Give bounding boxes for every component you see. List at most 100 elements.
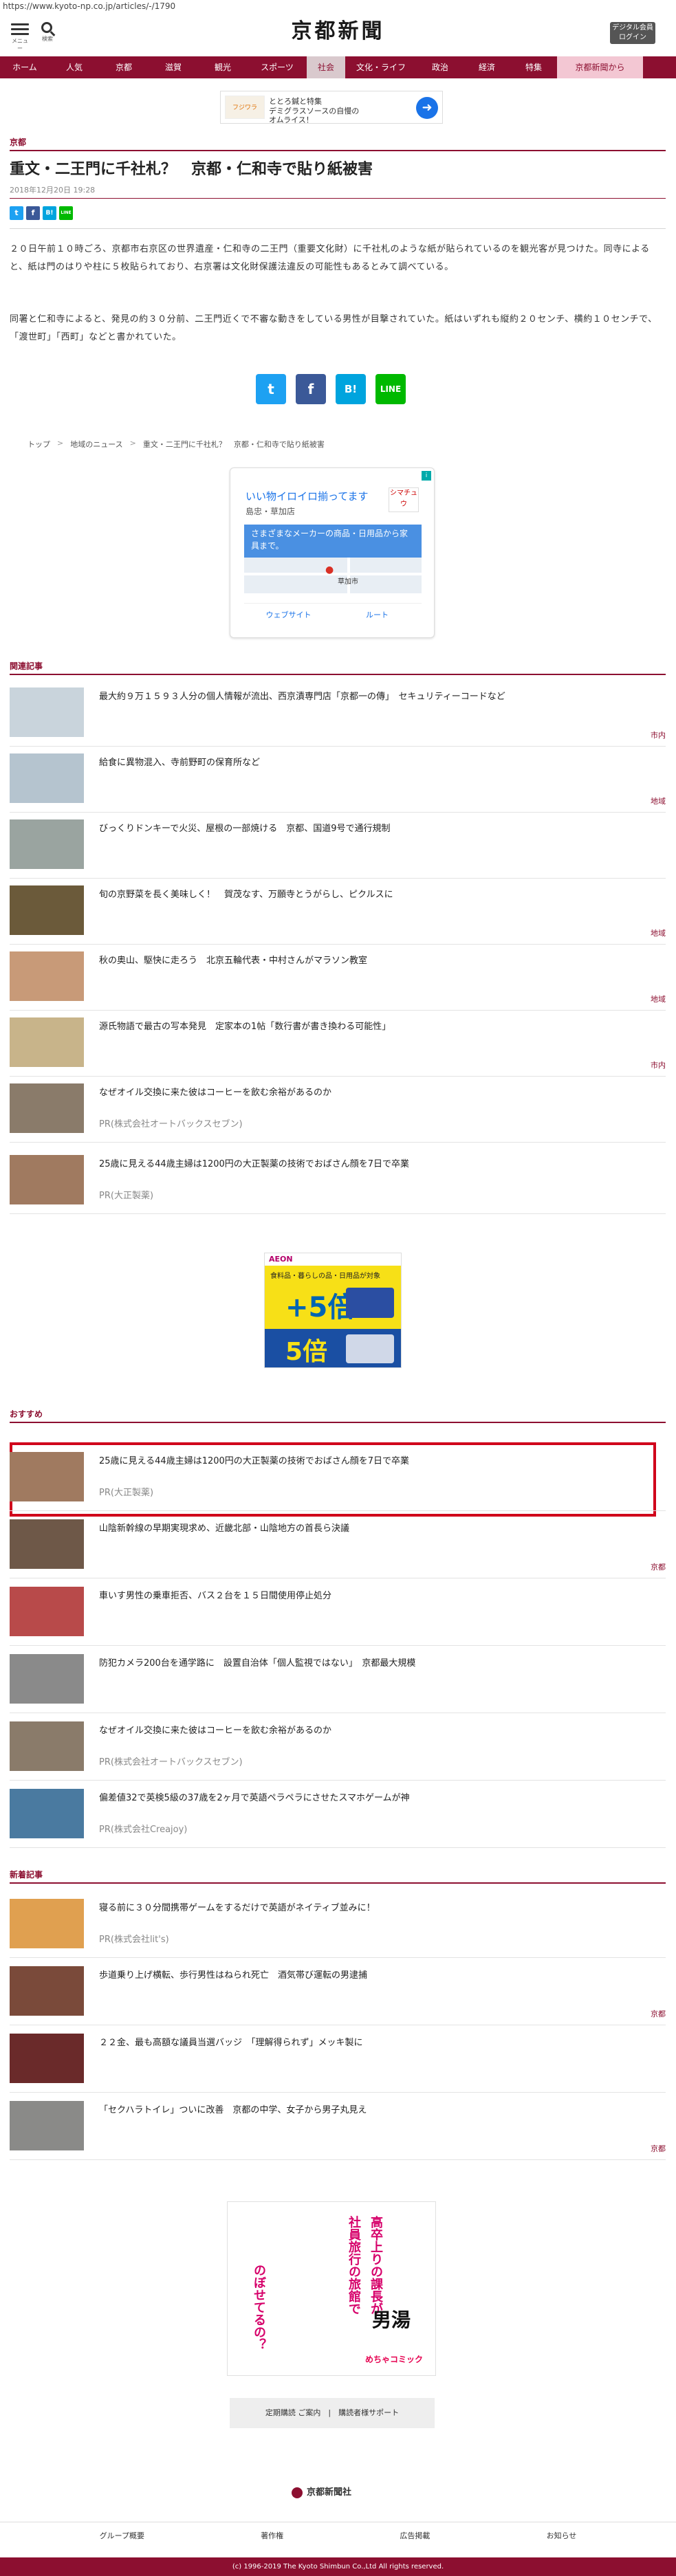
directions-arrow-icon[interactable]: ➜	[416, 97, 438, 119]
manga-ad[interactable]: 社員旅行の旅館で 高卒上りの課長が のぼせてるの？ 男湯 めちゃコミック	[227, 2201, 436, 2376]
route-button[interactable]: ルート	[333, 604, 422, 626]
article-link-title[interactable]: 旬の京野菜を長く美味しく！ 賀茂なす、万願寺とうがらし、ピクルスに	[99, 888, 649, 902]
footer-link-news[interactable]: お知らせ	[547, 2522, 577, 2549]
list-item[interactable]: 最大約９万１５９３人分の個人情報が流出、西京漬専門店「京都一の傳」 セキュリティ…	[10, 681, 666, 747]
article-thumbnail[interactable]	[10, 1721, 84, 1771]
list-item[interactable]: 秋の奥山、駆快に走ろう 北京五輪代表・中村さんがマラソン教室地域	[10, 945, 666, 1011]
article-thumbnail[interactable]	[10, 687, 84, 737]
article-thumbnail[interactable]	[10, 1789, 84, 1838]
map-ad-map[interactable]: さまざまなメーカーの商品・日用品から家具まで。 ● 草加市	[244, 525, 422, 593]
nav-culture[interactable]: 文化・ライフ	[345, 56, 417, 78]
list-item[interactable]: 25歳に見える44歳主婦は1200円の大正製薬の技術でおばさん顔を7日で卒業 PR…	[10, 1148, 666, 1214]
article-link-title[interactable]: なぜオイル交換に来た彼はコーヒーを飲む余裕があるのか	[99, 1724, 649, 1738]
article-link-title[interactable]: 最大約９万１５９３人分の個人情報が流出、西京漬専門店「京都一の傳」 セキュリティ…	[99, 690, 649, 704]
category-tag[interactable]: 市内	[651, 1059, 666, 1070]
list-item[interactable]: 「セクハラトイレ」ついに改善 京都の中学、女子から男子丸見え京都	[10, 2094, 666, 2160]
hatena-share-icon[interactable]: B!	[43, 206, 56, 220]
article-thumbnail[interactable]	[10, 1587, 84, 1636]
article-thumbnail[interactable]	[10, 819, 84, 869]
article-link-title[interactable]: 偏差値32で英検5級の37歳を2ヶ月で英語ペラペラにさせたスマホゲームが神	[99, 1792, 649, 1805]
website-button[interactable]: ウェブサイト	[244, 604, 333, 626]
breadcrumb-local[interactable]: 地域のニュース	[70, 439, 122, 450]
article-link-title[interactable]: なぜオイル交換に来た彼はコーヒーを飲む余裕があるのか	[99, 1086, 649, 1100]
menu-button[interactable]: メニュー	[10, 21, 30, 52]
category-tag[interactable]: 市内	[651, 729, 666, 740]
article-thumbnail[interactable]	[10, 1083, 84, 1133]
search-button[interactable]: 検索	[37, 21, 58, 43]
article-link-title[interactable]: びっくりドンキーで火災、屋根の一部焼ける 京都、国道9号で通行規制	[99, 822, 649, 836]
footer-link-ads[interactable]: 広告掲載	[400, 2522, 430, 2549]
article-thumbnail[interactable]	[10, 1519, 84, 1569]
footer-link-group[interactable]: グループ概要	[100, 2522, 144, 2549]
nav-popular[interactable]: 人気	[50, 56, 99, 78]
facebook-share-icon[interactable]: f	[26, 206, 40, 220]
nav-special[interactable]: 特集	[510, 56, 557, 78]
article-link-title[interactable]: 25歳に見える44歳主婦は1200円の大正製薬の技術でおばさん顔を7日で卒業	[99, 1158, 649, 1171]
article-link-title[interactable]: 秋の奥山、駆快に走ろう 北京五輪代表・中村さんがマラソン教室	[99, 954, 649, 968]
article-thumbnail[interactable]	[10, 1966, 84, 2016]
twitter-share-icon[interactable]: t	[256, 374, 286, 404]
login-button[interactable]: デジタル会員 ログイン	[610, 22, 655, 44]
article-thumbnail[interactable]	[10, 2034, 84, 2083]
nav-tourism[interactable]: 観光	[198, 56, 248, 78]
article-thumbnail[interactable]	[10, 1155, 84, 1204]
article-thumbnail[interactable]	[10, 885, 84, 935]
article-link-title[interactable]: ２２金、最も高額な議員当選バッジ 「理解得られず」メッキ製に	[99, 2036, 649, 2050]
list-item[interactable]: ２２金、最も高額な議員当選バッジ 「理解得られず」メッキ製に	[10, 2027, 666, 2093]
section-label[interactable]: 京都	[10, 136, 26, 148]
article-link-title[interactable]: 給食に異物混入、寺前野町の保育所など	[99, 756, 649, 770]
nav-sports[interactable]: スポーツ	[248, 56, 307, 78]
article-thumbnail[interactable]	[10, 753, 84, 803]
nav-economy[interactable]: 経済	[464, 56, 510, 78]
category-tag[interactable]: 京都	[651, 1561, 666, 1572]
nav-from-kyoto[interactable]: 京都新聞から	[557, 56, 643, 78]
article-link-title[interactable]: 防犯カメラ200台を通学路に 設置自治体「個人監視ではない」 京都最大規模	[99, 1657, 649, 1671]
list-item[interactable]: 防犯カメラ200台を通学路に 設置自治体「個人監視ではない」 京都最大規模	[10, 1647, 666, 1713]
article-thumbnail[interactable]	[10, 2101, 84, 2150]
category-tag[interactable]: 地域	[651, 795, 666, 806]
aeon-ad[interactable]: AEON 食料品・暮らしの品・日用品が対象 +5倍 5倍	[264, 1253, 402, 1368]
article-thumbnail[interactable]	[10, 951, 84, 1001]
address-bar[interactable]: https://www.kyoto-np.co.jp/articles/-/17…	[0, 0, 676, 14]
line-share-icon[interactable]: LINE	[59, 206, 73, 220]
list-item[interactable]: 寝る前に３０分間携帯ゲームをするだけで英語がネイティブ並みに！ PR(株式会社li…	[10, 1892, 666, 1958]
article-thumbnail[interactable]	[10, 1654, 84, 1704]
list-item[interactable]: なぜオイル交換に来た彼はコーヒーを飲む余裕があるのか PR(株式会社オートバックス…	[10, 1715, 666, 1781]
footer-link-copyright[interactable]: 著作権	[261, 2522, 283, 2549]
twitter-share-icon[interactable]: t	[10, 206, 23, 220]
article-link-title[interactable]: 車いす男性の乗車拒否、バス２台を１５日間使用停止処分	[99, 1589, 649, 1603]
hatena-share-icon[interactable]: B!	[336, 374, 366, 404]
article-thumbnail[interactable]	[10, 1899, 84, 1948]
nav-kyoto[interactable]: 京都	[99, 56, 149, 78]
list-item[interactable]: なぜオイル交換に来た彼はコーヒーを飲む余裕があるのか PR(株式会社オートバックス…	[10, 1077, 666, 1143]
article-link-title[interactable]: 「セクハラトイレ」ついに改善 京都の中学、女子から男子丸見え	[99, 2104, 649, 2117]
top-ad-banner[interactable]: フジワラ ととろ鍼と特集 デミグラスソースの自慢の オムライス！ ➜	[220, 91, 443, 124]
list-item[interactable]: 偏差値32で英検5級の37歳を2ヶ月で英語ペラペラにさせたスマホゲームが神 PR(…	[10, 1782, 666, 1848]
site-logo[interactable]: 京都新聞	[261, 19, 415, 44]
footer-logo[interactable]: 京都新聞社	[292, 2485, 388, 2501]
breadcrumb-top[interactable]: トップ	[28, 439, 50, 450]
category-tag[interactable]: 地域	[651, 927, 666, 938]
list-item[interactable]: びっくりドンキーで火災、屋根の一部焼ける 京都、国道9号で通行規制	[10, 813, 666, 879]
nav-shiga[interactable]: 滋賀	[149, 56, 198, 78]
list-item[interactable]: 車いす男性の乗車拒否、バス２台を１５日間使用停止処分	[10, 1580, 666, 1646]
article-link-title[interactable]: 源氏物語で最古の写本発見 定家本の1帖「数行書が書き換わる可能性」	[99, 1020, 649, 1034]
list-item[interactable]: 25歳に見える44歳主婦は1200円の大正製薬の技術でおばさん顔を7日で卒業 PR…	[10, 1445, 666, 1511]
list-item[interactable]: 山陰新幹線の早期実現求め、近畿北部・山陰地方の首長ら決議京都	[10, 1512, 666, 1578]
article-thumbnail[interactable]	[10, 1452, 84, 1501]
adchoices-icon[interactable]: i	[422, 471, 431, 481]
category-tag[interactable]: 地域	[651, 993, 666, 1004]
line-share-icon[interactable]: LINE	[375, 374, 406, 404]
facebook-share-icon[interactable]: f	[296, 374, 326, 404]
article-link-title[interactable]: 25歳に見える44歳主婦は1200円の大正製薬の技術でおばさん顔を7日で卒業	[99, 1455, 649, 1468]
map-ad[interactable]: i いい物イロイロ揃ってます 島忠・草加店 シマチュウ さまざまなメーカーの商品…	[230, 467, 435, 638]
nav-politics[interactable]: 政治	[417, 56, 464, 78]
list-item[interactable]: 歩道乗り上げ横転、歩行男性はねられ死亡 酒気帯び運転の男逮捕 京都	[10, 1959, 666, 2025]
list-item[interactable]: 給食に異物混入、寺前野町の保育所など地域	[10, 747, 666, 813]
subscribe-links[interactable]: 定期購読 ご案内 | 購読者様サポート	[230, 2398, 435, 2428]
article-link-title[interactable]: 歩道乗り上げ横転、歩行男性はねられ死亡 酒気帯び運転の男逮捕	[99, 1969, 649, 1983]
list-item[interactable]: 源氏物語で最古の写本発見 定家本の1帖「数行書が書き換わる可能性」市内	[10, 1011, 666, 1077]
article-link-title[interactable]: 山陰新幹線の早期実現求め、近畿北部・山陰地方の首長ら決議	[99, 1522, 649, 1536]
nav-society[interactable]: 社会	[307, 56, 345, 78]
category-tag[interactable]: 京都	[651, 2143, 666, 2154]
